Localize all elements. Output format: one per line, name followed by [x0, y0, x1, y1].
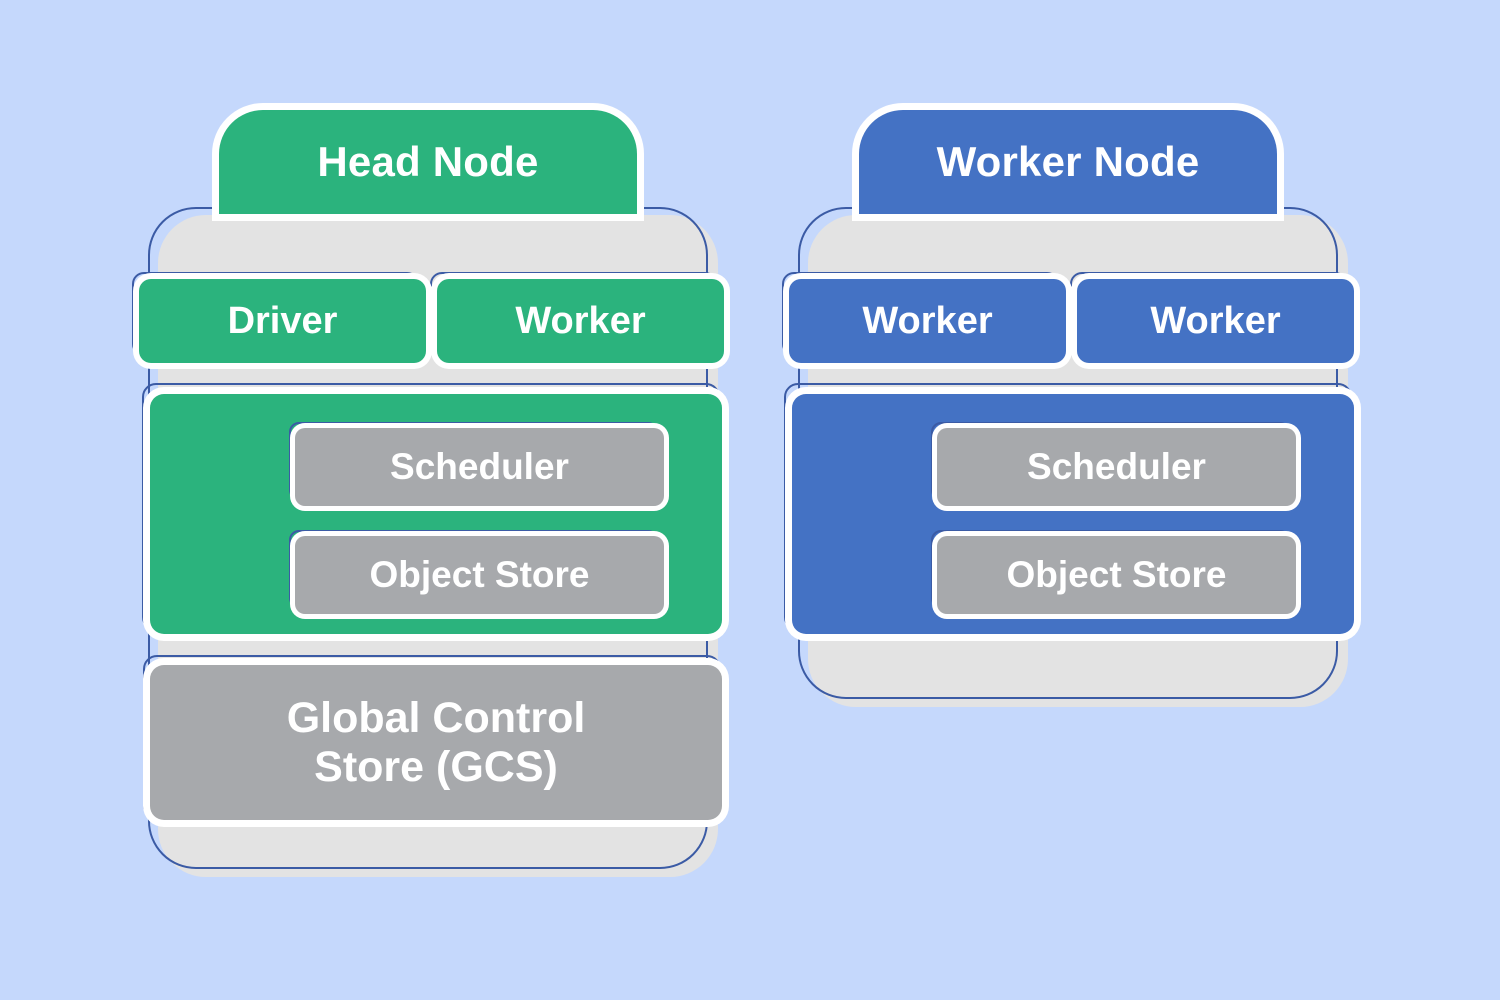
head-raylet-object-store[interactable]: Object Store: [295, 536, 664, 614]
head-gcs-label-line2: Store (GCS): [314, 742, 558, 791]
head-raylet-scheduler-label: Scheduler: [390, 446, 569, 487]
worker-node-title-tab[interactable]: Worker Node: [859, 110, 1277, 214]
head-gcs-label: Global Control Store (GCS): [287, 694, 586, 790]
worker-process-1[interactable]: Worker: [789, 279, 1066, 363]
head-process-driver-label: Driver: [227, 299, 338, 342]
worker-process-2[interactable]: Worker: [1077, 279, 1354, 363]
head-process-worker-label: Worker: [515, 299, 646, 342]
head-process-worker[interactable]: Worker: [437, 279, 724, 363]
head-raylet-scheduler[interactable]: Scheduler: [295, 428, 664, 506]
worker-raylet-object-store[interactable]: Object Store: [937, 536, 1296, 614]
worker-raylet-object-store-label: Object Store: [1006, 554, 1227, 595]
diagram-canvas: Head Node Driver Worker Raylet Scheduler…: [0, 0, 1500, 1000]
worker-raylet-scheduler[interactable]: Scheduler: [937, 428, 1296, 506]
head-raylet-object-store-label: Object Store: [369, 554, 590, 595]
worker-node-title: Worker Node: [936, 138, 1200, 185]
head-node-title-tab[interactable]: Head Node: [219, 110, 637, 214]
head-gcs-label-line1: Global Control: [286, 694, 586, 743]
head-process-driver[interactable]: Driver: [139, 279, 426, 363]
head-node-title: Head Node: [317, 138, 539, 185]
head-global-control-store[interactable]: Global Control Store (GCS): [150, 665, 722, 820]
worker-process-2-label: Worker: [1150, 299, 1281, 342]
worker-raylet-scheduler-label: Scheduler: [1027, 446, 1206, 487]
worker-process-1-label: Worker: [862, 299, 993, 342]
